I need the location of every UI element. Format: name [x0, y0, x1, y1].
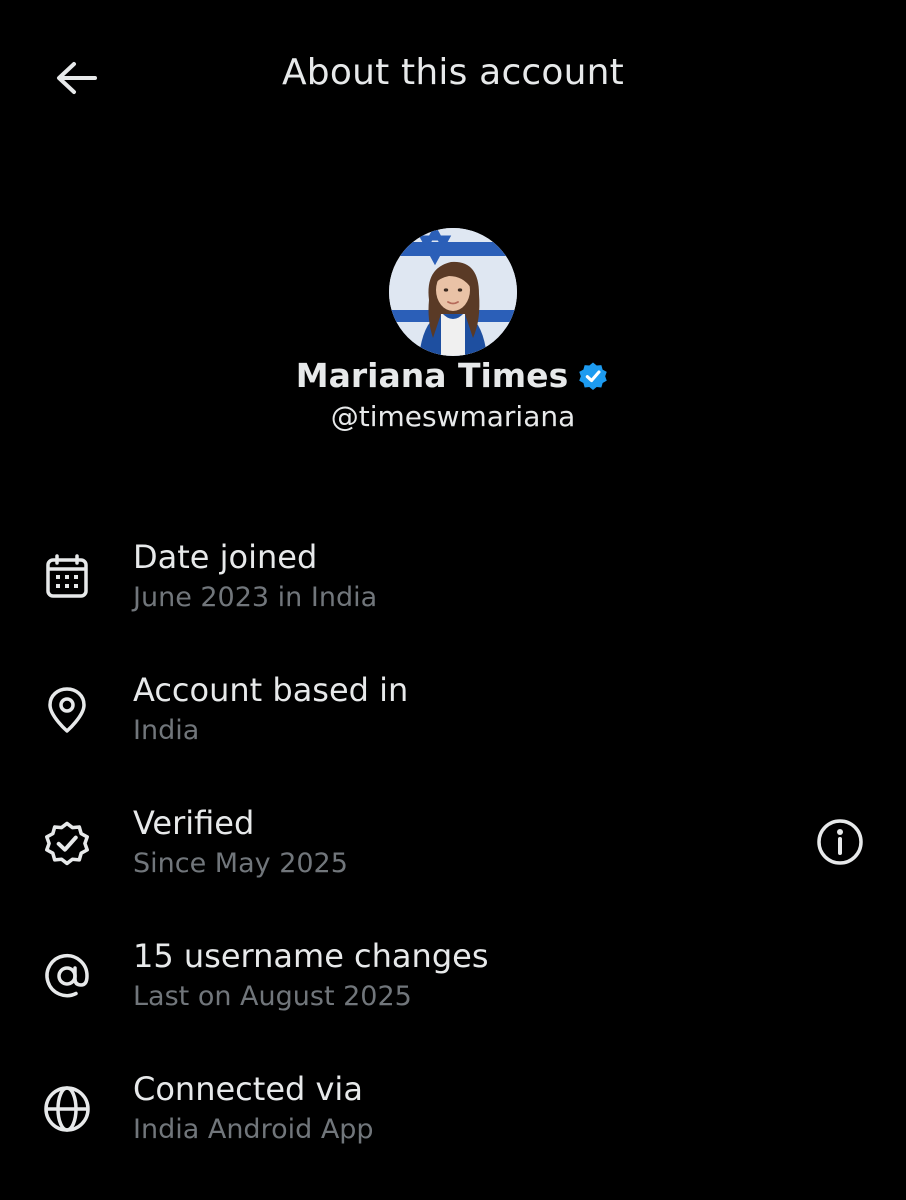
top-bar: About this account	[0, 0, 906, 150]
profile-name-row: Mariana Times	[0, 356, 906, 395]
verified-row: Verified Since May 2025	[0, 796, 906, 906]
verified-label: Verified	[133, 804, 255, 842]
calendar-icon	[36, 546, 98, 608]
username-changes-label: 15 username changes	[133, 937, 489, 975]
page-title: About this account	[281, 52, 625, 93]
account-based-in-row: Account based in India	[0, 663, 906, 773]
info-icon	[815, 817, 865, 867]
at-sign-icon	[36, 945, 98, 1007]
username-handle: @timeswmariana	[330, 400, 576, 433]
connected-via-value: India Android App	[133, 1114, 374, 1145]
verified-badge-icon	[576, 359, 610, 393]
account-based-in-value: India	[133, 715, 200, 746]
verified-info-button[interactable]	[810, 812, 870, 872]
date-joined-value: June 2023 in India	[133, 582, 378, 613]
avatar[interactable]	[389, 228, 517, 356]
connected-via-label: Connected via	[133, 1070, 363, 1108]
location-pin-icon	[36, 679, 98, 741]
account-based-in-label: Account based in	[133, 671, 409, 709]
connected-via-row: Connected via India Android App	[0, 1062, 906, 1172]
date-joined-row: Date joined June 2023 in India	[0, 530, 906, 640]
username-changes-value: Last on August 2025	[133, 981, 412, 1012]
verified-icon	[36, 812, 98, 874]
globe-icon	[36, 1078, 98, 1140]
verified-value: Since May 2025	[133, 848, 348, 879]
date-joined-label: Date joined	[133, 538, 318, 576]
display-name: Mariana Times	[295, 356, 569, 395]
username-changes-row: 15 username changes Last on August 2025	[0, 929, 906, 1039]
